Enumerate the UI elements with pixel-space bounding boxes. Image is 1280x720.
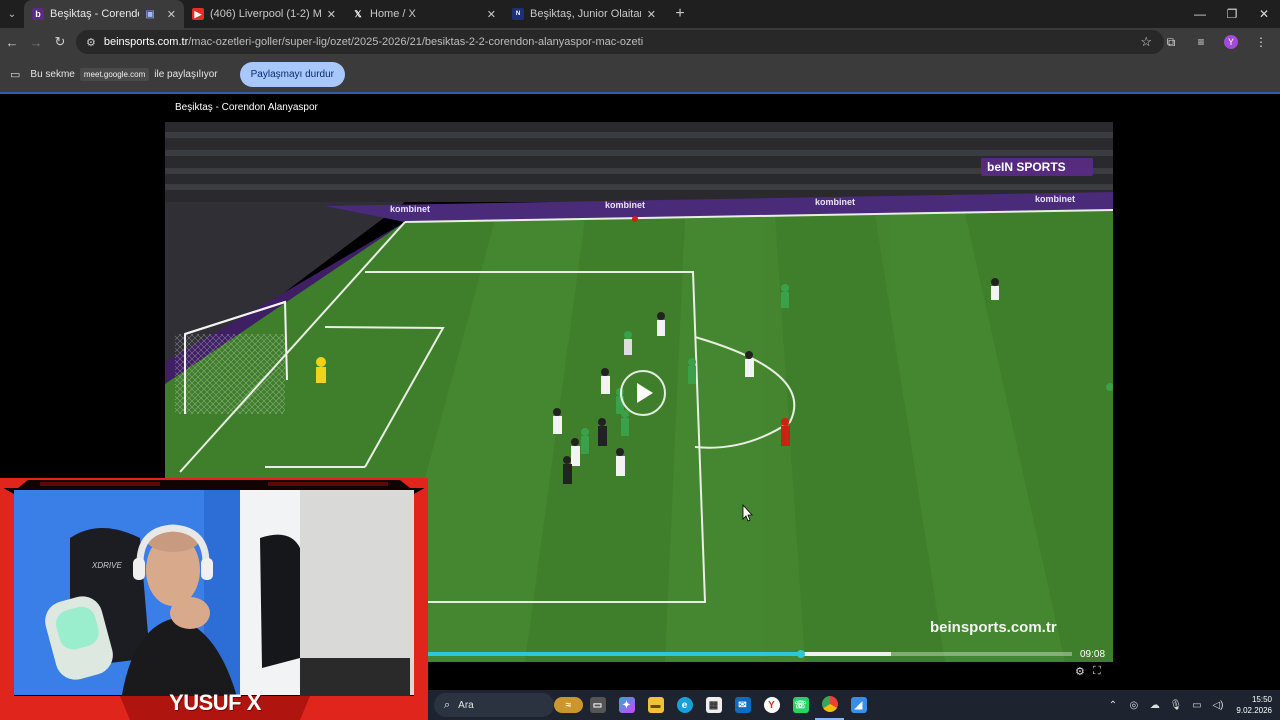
screen: ⌄ b Beşiktaş - Corendon Alanyaspor ▣ ✕ ▶…: [0, 0, 1280, 720]
menu-kebab-icon[interactable]: ⋮: [1246, 35, 1276, 49]
taskbar-search[interactable]: ⌕ Ara: [434, 693, 554, 717]
tab-sharing-icon: ▣: [145, 8, 155, 20]
edge-icon: e: [676, 697, 693, 713]
video-duration: 09:08: [1080, 649, 1106, 660]
chat-icon: ☏: [792, 697, 809, 713]
news-favicon-icon: N: [512, 8, 524, 20]
video-watermark: beinsports.com.tr: [930, 619, 1057, 636]
svg-text:kombinet: kombinet: [815, 197, 855, 207]
bookmark-star-icon[interactable]: ☆: [1140, 34, 1152, 50]
windows-taskbar: ⌕ Ara ≈ ▭ ✦ ▬ e ▦ ✉ Y ☏ ◢ ⌃ ◎ ☁ 🎙 ▭ ◁) 1…: [428, 690, 1280, 720]
back-arrow-icon[interactable]: ←: [0, 28, 24, 56]
tab-title: (406) Liverpool (1-2) Manchester: [210, 8, 321, 20]
taskbar-whatsapp[interactable]: ☏: [786, 690, 815, 720]
webcam-feed: XDRIVE: [0, 478, 428, 720]
fullscreen-icon[interactable]: ⛶: [1093, 665, 1101, 678]
sharing-prefix: Bu sekme: [30, 68, 75, 80]
microphone-icon[interactable]: 🎙: [1165, 700, 1186, 711]
new-tab-button[interactable]: +: [670, 5, 690, 23]
search-placeholder: Ara: [458, 699, 474, 711]
close-tab-icon[interactable]: ✕: [327, 8, 336, 21]
window-controls: — ❐ ✕: [1184, 0, 1280, 28]
broadcaster-logo-text: beIN SPORTS: [987, 160, 1066, 174]
svg-text:kombinet: kombinet: [1035, 194, 1075, 204]
profile-avatar[interactable]: Y: [1224, 35, 1238, 49]
yandex-icon: Y: [763, 697, 780, 713]
toolbar-right: ⧉ ≡ Y ⋮: [1156, 28, 1276, 56]
task-view-icon: ▭: [589, 697, 606, 713]
video-progress-bar[interactable]: [426, 650, 1072, 658]
taskbar-clock[interactable]: 15:50 9.02.2026: [1236, 694, 1272, 716]
forward-arrow-icon[interactable]: →: [24, 28, 48, 56]
photos-icon: ◢: [850, 697, 867, 713]
tab-title: Beşiktaş, Junior Olaitan'ın transferi: [530, 8, 641, 20]
volume-icon[interactable]: ◁): [1207, 700, 1228, 711]
video-title: Beşiktaş - Corendon Alanyaspor: [175, 102, 318, 113]
close-tab-icon[interactable]: ✕: [167, 8, 176, 21]
taskbar-apps: ≈ ▭ ✦ ▬ e ▦ ✉ Y ☏ ◢: [554, 690, 873, 720]
tray-chevron-icon[interactable]: ⌃: [1102, 700, 1123, 711]
site-info-icon[interactable]: ⚙: [86, 36, 96, 49]
copilot-icon: ✦: [618, 697, 635, 713]
browser-tab-strip: ⌄ b Beşiktaş - Corendon Alanyaspor ▣ ✕ ▶…: [0, 0, 1280, 28]
taskbar-edge[interactable]: e: [670, 690, 699, 720]
tab-besiktas[interactable]: b Beşiktaş - Corendon Alanyaspor ▣ ✕: [24, 0, 184, 28]
extensions-icon[interactable]: ⧉: [1156, 35, 1186, 50]
chrome-icon: [821, 696, 838, 712]
svg-text:kombinet: kombinet: [605, 200, 645, 210]
address-bar[interactable]: ⚙ beinsports.com.tr/mac-ozetleri-goller/…: [76, 30, 1164, 54]
search-icon: ⌕: [444, 698, 451, 711]
clock-time: 15:50: [1251, 695, 1272, 704]
tray-app-icon[interactable]: ◎: [1123, 700, 1144, 711]
stop-sharing-button[interactable]: Paylaşmayı durdur: [239, 61, 345, 87]
taskbar-copilot[interactable]: ✦: [612, 690, 641, 720]
close-tab-icon[interactable]: ✕: [487, 8, 496, 21]
tab-title: Beşiktaş - Corendon Alanyaspor: [50, 8, 139, 20]
youtube-favicon-icon: ▶: [192, 8, 204, 20]
store-icon: ▦: [705, 697, 722, 713]
sharing-domain-chip: meet.google.com: [79, 67, 150, 81]
tab-liverpool[interactable]: ▶ (406) Liverpool (1-2) Manchester ✕: [184, 0, 344, 28]
taskbar-chrome[interactable]: [815, 690, 844, 720]
taskbar-yandex[interactable]: Y: [757, 690, 786, 720]
media-controls-icon[interactable]: ≡: [1186, 35, 1216, 49]
settings-gear-icon[interactable]: ⚙: [1075, 665, 1085, 678]
tab-besiktas-news[interactable]: N Beşiktaş, Junior Olaitan'ın transferi …: [504, 0, 664, 28]
tab-title: Home / X: [370, 8, 416, 20]
streamer-name: YUSUF X YUSUF: [169, 690, 261, 720]
progress-played: [426, 652, 801, 656]
progress-buffered: [800, 652, 892, 656]
tab-search-button[interactable]: ⌄: [0, 0, 24, 28]
chair-brand-text: XDRIVE: [91, 561, 122, 570]
folder-icon: ▬: [647, 697, 664, 713]
tray-cloud-icon[interactable]: ☁: [1144, 700, 1165, 711]
screen-share-icon: ▭: [10, 68, 21, 81]
bein-favicon-icon: b: [32, 8, 44, 20]
svg-text:kombinet: kombinet: [390, 204, 430, 214]
webcam-overlay: XDRIVE: [0, 478, 428, 720]
x-favicon-icon: 𝕏: [354, 8, 362, 19]
mail-icon: ✉: [734, 697, 751, 713]
reload-icon[interactable]: ↻: [48, 28, 72, 56]
close-tab-icon[interactable]: ✕: [647, 8, 656, 21]
restore-icon[interactable]: ❐: [1216, 0, 1248, 28]
taskbar-file-explorer[interactable]: ▬: [641, 690, 670, 720]
widget-icon: ≈: [554, 697, 583, 713]
system-tray: ⌃ ◎ ☁ 🎙 ▭ ◁) 15:50 9.02.2026: [1102, 690, 1272, 720]
tab-x-home[interactable]: 𝕏 Home / X ✕: [344, 0, 504, 28]
tab-sharing-infobar: ▭ Bu sekme meet.google.com ile paylaşılı…: [0, 56, 1280, 94]
url-text: beinsports.com.tr/mac-ozetleri-goller/su…: [103, 36, 644, 48]
taskbar-store[interactable]: ▦: [699, 690, 728, 720]
taskbar-outlook[interactable]: ✉: [728, 690, 757, 720]
progress-scrubber[interactable]: [796, 650, 805, 658]
taskbar-widget[interactable]: ≈: [554, 690, 583, 720]
sharing-suffix: ile paylaşılıyor: [154, 68, 218, 80]
clock-date: 9.02.2026: [1236, 706, 1272, 715]
minimize-icon[interactable]: —: [1184, 0, 1216, 28]
taskbar-photos[interactable]: ◢: [844, 690, 873, 720]
taskbar-task-view[interactable]: ▭: [583, 690, 612, 720]
close-window-icon[interactable]: ✕: [1248, 0, 1280, 28]
browser-toolbar: ← → ↻ ⚙ beinsports.com.tr/mac-ozetleri-g…: [0, 28, 1280, 56]
network-icon[interactable]: ▭: [1186, 700, 1207, 711]
